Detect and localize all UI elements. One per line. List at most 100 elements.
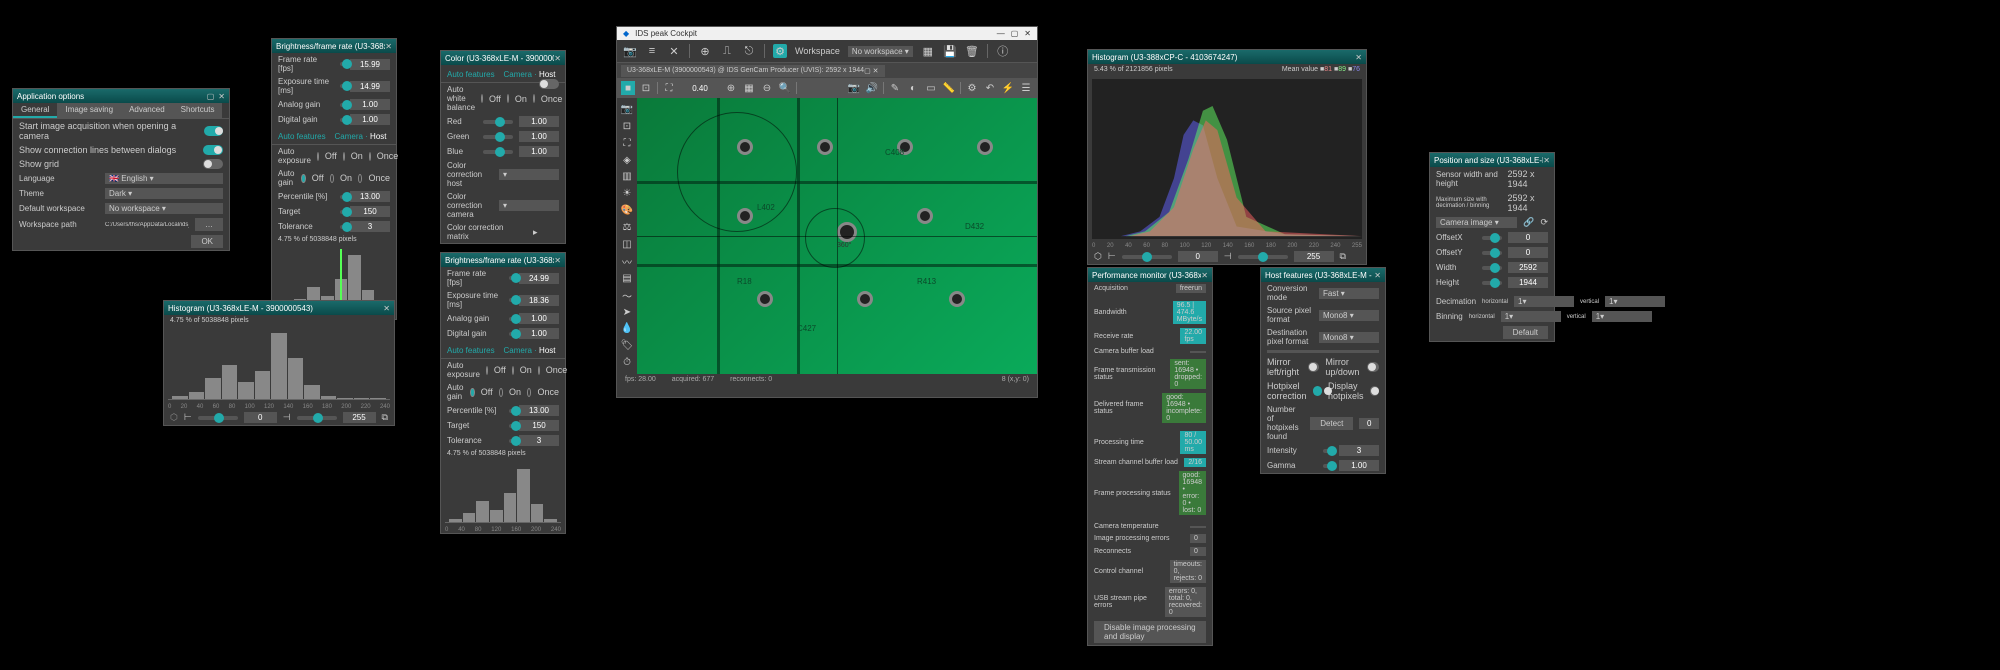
handle-left-icon[interactable]: ⊢ (1108, 251, 1116, 262)
w-slider[interactable] (1482, 266, 1502, 270)
tolerance-value[interactable]: 3 (350, 221, 390, 232)
intensity-slider[interactable] (1323, 449, 1333, 453)
sound-icon[interactable]: 🔊 (865, 81, 879, 95)
autogain-on[interactable] (330, 174, 334, 183)
zoom-out-icon[interactable]: ⊖ (760, 81, 774, 95)
options-titlebar[interactable]: Application options ▢✕ (13, 89, 229, 103)
close-icon[interactable]: ✕ (385, 42, 392, 51)
tag-tool-icon[interactable]: 🏷 (619, 338, 635, 353)
image-viewer[interactable]: 360° C408 L402 D432 R413 R18 C427 (637, 98, 1037, 374)
dpf-select[interactable]: Mono8 ▾ (1319, 332, 1379, 343)
menu-icon[interactable]: ≡ (645, 44, 659, 58)
high-slider[interactable] (1238, 255, 1288, 259)
spf-select[interactable]: Mono8 ▾ (1319, 310, 1379, 321)
high-value[interactable]: 255 (343, 412, 376, 423)
high-slider[interactable] (297, 416, 337, 420)
mud-toggle[interactable] (1367, 362, 1379, 372)
close-icon[interactable]: ✕ (383, 304, 390, 313)
conn-lines-toggle[interactable] (203, 145, 223, 155)
blue-slider[interactable] (483, 150, 513, 154)
exposure-slider[interactable] (509, 298, 513, 302)
drop-tool-icon[interactable]: 💧 (619, 321, 635, 336)
analog-slider[interactable] (509, 317, 513, 321)
percentile-slider[interactable] (340, 195, 344, 199)
maximize-icon[interactable]: ▢ (1011, 29, 1019, 38)
close-icon[interactable]: ✕ (218, 92, 225, 101)
snap-icon[interactable]: ⊡ (639, 81, 653, 95)
close-icon[interactable]: ✕ (667, 44, 681, 58)
curve-tool-icon[interactable]: 〰 (619, 254, 635, 269)
digital-slider[interactable] (340, 118, 344, 122)
pencil-icon[interactable]: ✎ (888, 81, 902, 95)
conv-select[interactable]: Fast ▾ (1319, 288, 1379, 299)
bin-h-select[interactable]: 1▾ (1501, 311, 1561, 322)
ok-button[interactable]: OK (191, 235, 223, 248)
exposure-value[interactable]: 14.99 (350, 81, 390, 92)
handle-right-icon[interactable]: ⊣ (283, 412, 291, 423)
target-value[interactable]: 150 (350, 206, 390, 217)
network-icon[interactable]: ⊕ (698, 44, 712, 58)
analog-value[interactable]: 1.00 (350, 99, 390, 110)
awb-once[interactable] (533, 94, 535, 103)
close-icon[interactable]: ✕ (1374, 271, 1381, 280)
palette-tool-icon[interactable]: 🎨 (619, 203, 635, 218)
copy-icon[interactable]: ⧉ (382, 412, 388, 423)
tool5-icon[interactable]: ▥ (619, 169, 635, 184)
handle-left-icon[interactable]: ⊢ (184, 412, 192, 423)
save-icon[interactable]: 💾 (943, 44, 957, 58)
zoom-in-icon[interactable]: 🔍 (778, 81, 792, 95)
usb-icon[interactable]: ⎍ (720, 44, 734, 58)
delete-icon[interactable]: 🗑 (965, 44, 979, 58)
camera2-icon[interactable]: 📷 (847, 81, 861, 95)
dh-toggle[interactable] (1370, 386, 1379, 396)
digital-slider[interactable] (509, 332, 513, 336)
contrast-icon[interactable]: ◐ (906, 81, 920, 95)
grid-icon[interactable]: ▦ (921, 44, 935, 58)
default-button[interactable]: Default (1503, 326, 1548, 339)
wave-tool-icon[interactable]: 〜 (619, 288, 635, 303)
brightness1-titlebar[interactable]: Brightness/frame rate (U3-368xLE-M - 390… (272, 39, 396, 53)
camera-icon[interactable]: 📷 (623, 44, 637, 58)
start-acq-toggle[interactable] (204, 126, 223, 136)
close-icon[interactable]: ✕ (1201, 271, 1208, 280)
ox-slider[interactable] (1482, 236, 1502, 240)
mlr-toggle[interactable] (1308, 362, 1320, 372)
awb-off[interactable] (481, 94, 483, 103)
autogain-once[interactable] (358, 174, 362, 183)
perf-titlebar[interactable]: Performance monitor (U3-368xLE-M - 39000… (1088, 268, 1212, 282)
crosshair-icon[interactable]: ⊕ (724, 81, 738, 95)
camera-tool-icon[interactable]: 📷 (619, 102, 635, 117)
oy-slider[interactable] (1482, 251, 1502, 255)
auto-toggle[interactable] (539, 79, 559, 89)
layers-tool-icon[interactable]: ▤ (619, 271, 635, 286)
hpc-toggle[interactable] (1313, 386, 1322, 396)
hist-tool-icon[interactable]: ◫ (619, 237, 635, 252)
refresh-icon[interactable]: ⟳ (1540, 217, 1548, 228)
framerate-slider[interactable] (340, 62, 344, 66)
blue-value[interactable]: 1.00 (519, 146, 559, 157)
close-icon[interactable]: ✕ (554, 54, 561, 63)
analog-slider[interactable] (340, 103, 344, 107)
handle-right-icon[interactable]: ⊣ (1224, 251, 1232, 262)
brightness2-titlebar[interactable]: Brightness/frame rate (U3-368xLE-M - 390… (441, 253, 565, 267)
expand-icon[interactable]: ▸ (533, 227, 538, 238)
histo-large-titlebar[interactable]: Histogram (U3-388xCP-C - 4103674247)✕ (1088, 50, 1366, 64)
low-slider[interactable] (198, 416, 238, 420)
ruler-icon[interactable]: 📏 (942, 81, 956, 95)
zoom-value[interactable]: 0.40 (680, 83, 720, 94)
dec-h-select[interactable]: 1▾ (1514, 296, 1574, 307)
language-select[interactable]: 🇬🇧 English ▾ (105, 173, 223, 184)
awb-on[interactable] (507, 94, 509, 103)
browse-button[interactable]: … (195, 218, 223, 231)
grid-icon[interactable]: ▦ (742, 81, 756, 95)
adjust-tool-icon[interactable]: ⛶ (619, 136, 635, 151)
link-icon[interactable]: ⎋ (742, 44, 756, 58)
exposure-slider[interactable] (340, 84, 344, 88)
bin-v-select[interactable]: 1▾ (1592, 311, 1652, 322)
viewer-tab[interactable]: U3-368xLE-M (3900000543) @ IDS GenCam Pr… (621, 65, 885, 77)
disable-processing-button[interactable]: Disable image processing and display (1094, 621, 1206, 643)
autoexp-off[interactable] (317, 152, 319, 161)
focus-tool-icon[interactable]: ⊡ (619, 119, 635, 134)
close-icon[interactable]: ✕ (1024, 29, 1031, 38)
gear-icon[interactable]: ⚙ (773, 44, 787, 58)
